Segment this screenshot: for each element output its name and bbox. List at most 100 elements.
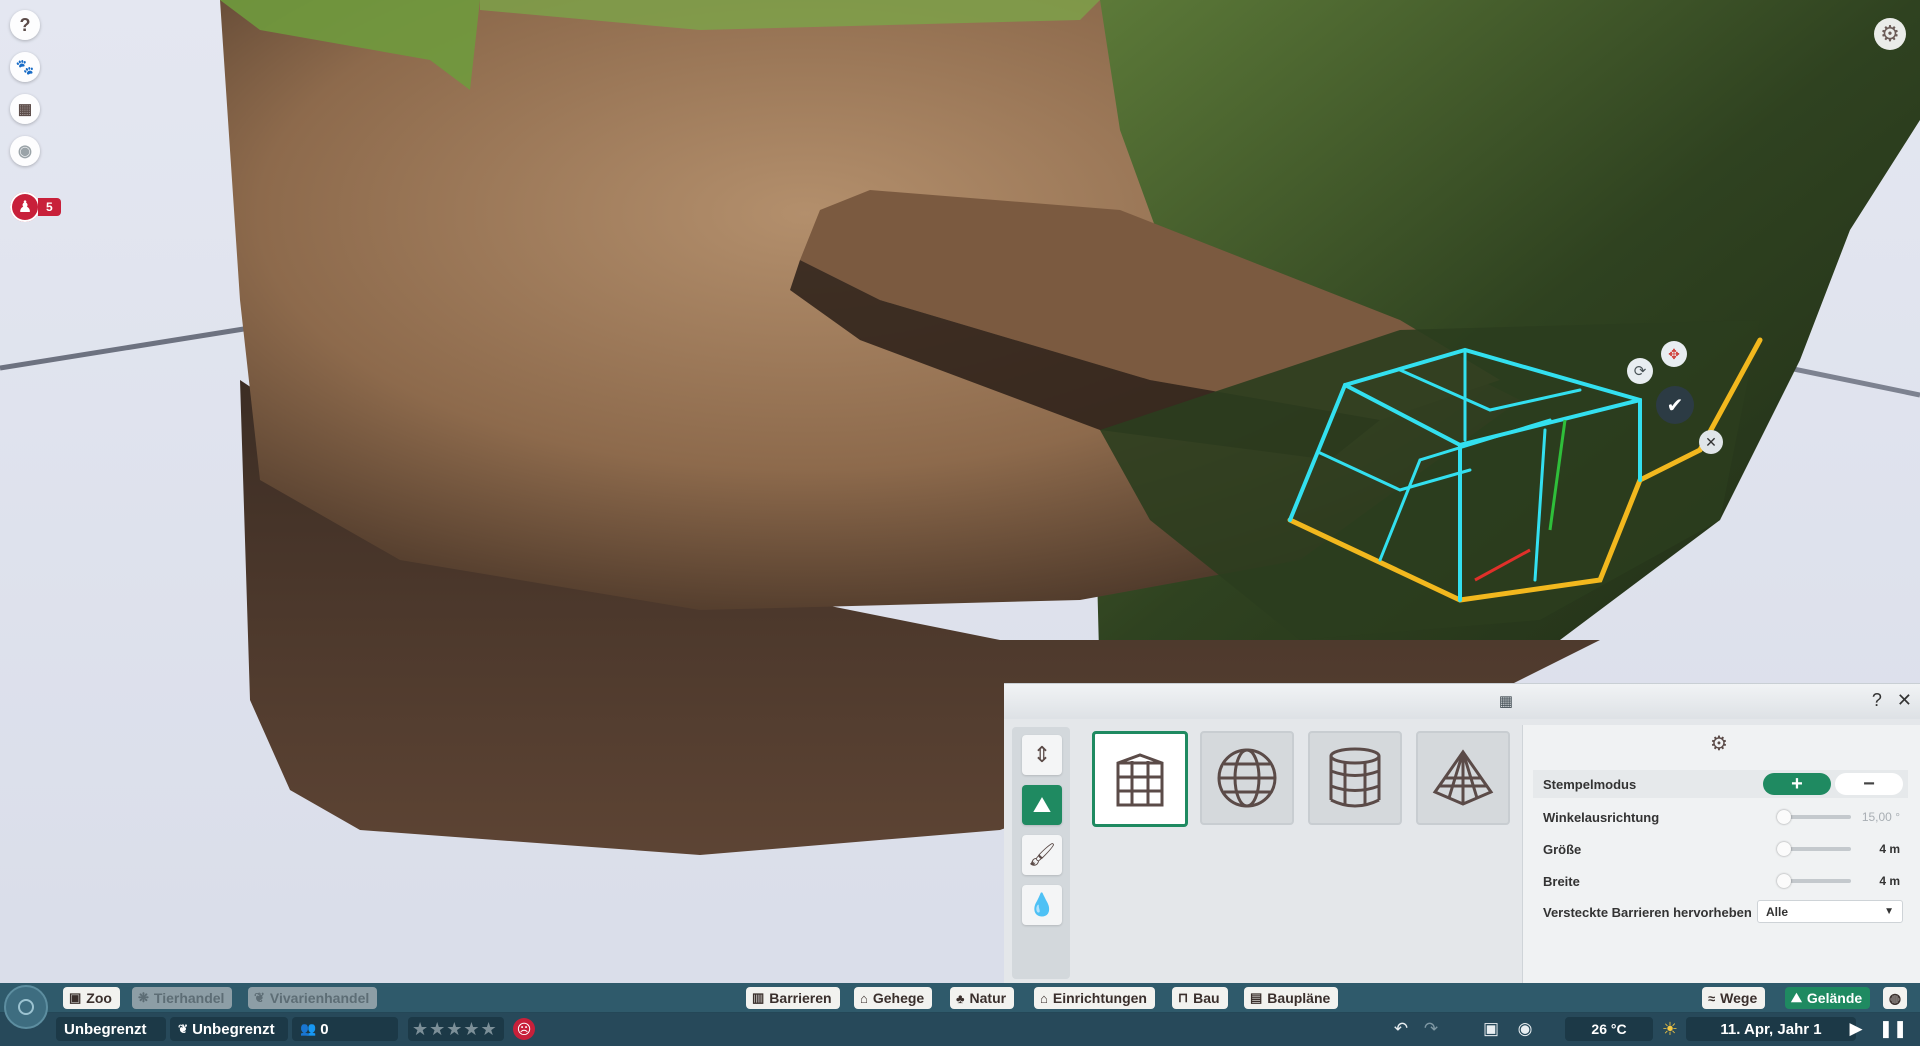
guest-alert[interactable]: ♟ 5: [10, 192, 61, 222]
bottom-tabs: ▣ Zoo ❋ Tierhandel ❦ Vivarienhandel ▥ Barrie…: [0, 983, 1920, 1013]
brush-pyramid[interactable]: [1416, 731, 1510, 825]
tab-facilities[interactable]: ⌂ Einrichtungen: [1034, 987, 1155, 1009]
brush-sphere[interactable]: [1200, 731, 1294, 825]
bottom-bar: ▣ Zoo ❋ Tierhandel ❦ Vivarienhandel ▥ Barrie…: [0, 983, 1920, 1046]
main-menu-button[interactable]: [4, 985, 48, 1029]
tab-terrain-paint[interactable]: 🖌: [1022, 835, 1062, 875]
panel-help-button[interactable]: ?: [1872, 690, 1882, 710]
terrain-icon: ⛰: [1791, 990, 1802, 1005]
terrain-tool-tabs: ⇕ ⛰ 🖌 💧: [1012, 727, 1070, 979]
panel-body: ⇕ ⛰ 🖌 💧 ⚙ Stempelmodus + − Winkelausrich…: [1004, 719, 1920, 984]
tab-habitats[interactable]: ⌂ Gehege: [854, 987, 933, 1009]
mountain-icon: ⛰: [1032, 792, 1052, 817]
sun-icon: ☀: [1661, 1018, 1679, 1039]
stamp-subtract-button[interactable]: −: [1835, 773, 1903, 795]
temperature-value: 26 °C: [1591, 1021, 1627, 1037]
tab-terrain[interactable]: ⛰ Gelände: [1785, 987, 1871, 1009]
guests-display[interactable]: 👥 0: [292, 1017, 398, 1041]
play-button[interactable]: ▶: [1845, 1018, 1867, 1040]
hidden-barriers-select[interactable]: Alle ▼: [1757, 900, 1903, 923]
pyramid-grid-icon: [1432, 749, 1494, 806]
size-slider[interactable]: [1777, 842, 1851, 856]
guest-mood-icon[interactable]: ☹: [513, 1018, 535, 1040]
paint-brush-icon: 🖌: [1028, 842, 1056, 867]
angle-slider[interactable]: [1777, 810, 1851, 824]
tab-construction[interactable]: ⊓ Bau: [1172, 987, 1228, 1009]
tab-paths[interactable]: ≈ Wege: [1702, 987, 1766, 1009]
cylinder-grid-icon: [1329, 747, 1381, 808]
confirm-button[interactable]: ✔: [1656, 386, 1694, 424]
help-button[interactable]: ?: [10, 10, 40, 40]
tab-label: Tierhandel: [153, 990, 225, 1006]
brush-cylinder[interactable]: [1308, 731, 1402, 825]
terrain-panel: ▦ ? ✕ ⇕ ⛰ 🖌 💧 ⚙ Stempelmodus + − Winkela…: [1004, 683, 1920, 984]
stamp-add-button[interactable]: +: [1763, 773, 1831, 795]
tab-vivarium-trade[interactable]: ❦ Vivarienhandel: [248, 987, 378, 1009]
fence-icon: ▥: [752, 990, 765, 1005]
brush-cube[interactable]: [1092, 731, 1188, 827]
slider-knob[interactable]: [1777, 842, 1791, 856]
help-icon: ?: [19, 14, 31, 35]
tab-barriers[interactable]: ▥ Barrieren: [746, 987, 840, 1009]
redo-button[interactable]: ↷: [1420, 1018, 1442, 1040]
tab-label: Bau: [1193, 990, 1220, 1006]
width-row: Breite 4 m: [1533, 867, 1908, 895]
play-icon: ▶: [1849, 1019, 1863, 1038]
move-handle[interactable]: ✥: [1661, 341, 1687, 367]
stamp-mode-row: Stempelmodus + −: [1533, 770, 1908, 798]
tab-water[interactable]: 💧: [1022, 885, 1062, 925]
money-value: Unbegrenzt: [64, 1020, 147, 1038]
habitat-icon: ⌂: [860, 990, 868, 1006]
sphere-grid-icon: [1217, 748, 1277, 808]
camera-button[interactable]: ▣: [1480, 1018, 1502, 1040]
slider-knob[interactable]: [1777, 810, 1791, 824]
pause-button[interactable]: ❚❚: [1879, 1018, 1908, 1040]
settings-button[interactable]: ⚙: [1874, 18, 1906, 50]
leaf-icon: ❦: [178, 1022, 189, 1036]
undo-button[interactable]: ↶: [1390, 1018, 1412, 1040]
photo-button[interactable]: ◉: [1514, 1018, 1536, 1040]
undo-icon: ↶: [1393, 1019, 1409, 1038]
pause-icon: ❚❚: [1878, 1019, 1908, 1038]
tab-label: Barrieren: [769, 990, 832, 1006]
tree-icon: ♣: [956, 990, 965, 1006]
overlay-toggle-button[interactable]: ◍: [1883, 987, 1907, 1009]
tab-label: Gehege: [872, 990, 925, 1006]
grid-icon[interactable]: ▦: [1497, 693, 1515, 711]
date-display: 11. Apr, Jahr 1: [1686, 1017, 1856, 1041]
hidden-barriers-label: Versteckte Barrieren hervorheben: [1543, 904, 1752, 920]
gear-icon: ⚙: [1880, 21, 1900, 46]
tab-zoo[interactable]: ▣ Zoo: [63, 987, 120, 1009]
path-icon: ≈: [1708, 990, 1716, 1006]
cancel-gizmo-button[interactable]: ✕: [1699, 430, 1723, 454]
globe-icon: ◍: [1888, 989, 1902, 1006]
money-display[interactable]: Unbegrenzt: [56, 1017, 166, 1041]
tab-nature[interactable]: ♣ Natur: [950, 987, 1015, 1009]
size-row: Größe 4 m: [1533, 835, 1908, 863]
size-label: Größe: [1543, 841, 1582, 857]
panel-header: ▦ ? ✕: [1004, 683, 1920, 720]
hidden-barriers-row: Versteckte Barrieren hervorheben Alle ▼: [1533, 898, 1908, 926]
facility-icon: ⌂: [1040, 990, 1048, 1006]
water-drop-icon: 💧: [1028, 892, 1056, 917]
tab-label: Vivarienhandel: [269, 990, 370, 1006]
animals-button[interactable]: 🐾: [10, 52, 40, 82]
tab-animal-trade[interactable]: ❋ Tierhandel: [132, 987, 233, 1009]
width-slider[interactable]: [1777, 874, 1851, 888]
gear-icon[interactable]: ⚙: [1710, 731, 1728, 756]
slider-knob[interactable]: [1777, 874, 1791, 888]
tab-terrain-shape[interactable]: ⛰: [1022, 785, 1062, 825]
rotate-button[interactable]: ⟳: [1627, 358, 1653, 384]
vision-button[interactable]: ◉: [10, 136, 40, 166]
tab-label: Einrichtungen: [1052, 990, 1147, 1006]
animal-icon: 🐾: [15, 59, 35, 76]
research-display[interactable]: ❦ Unbegrenzt: [170, 1017, 288, 1041]
tab-label: Natur: [969, 990, 1007, 1006]
zoo-rating[interactable]: ★★★★★: [408, 1017, 504, 1041]
construction-icon: ⊓: [1178, 990, 1189, 1005]
tab-blueprints[interactable]: ▤ Baupläne: [1244, 987, 1339, 1009]
schedule-button[interactable]: ▦: [10, 94, 40, 124]
tab-terrain-height[interactable]: ⇕: [1022, 735, 1062, 775]
panel-close-button[interactable]: ✕: [1897, 690, 1912, 710]
research-value: Unbegrenzt: [192, 1020, 275, 1038]
